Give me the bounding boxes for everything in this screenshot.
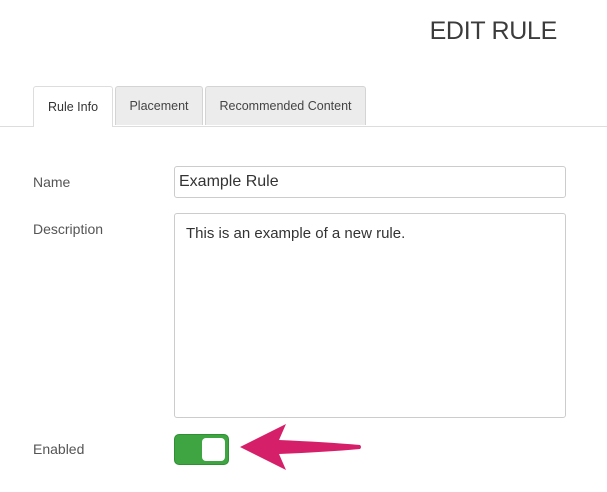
tab-bar: Rule Info Placement Recommended Content <box>0 86 607 127</box>
page-title: EDIT RULE <box>429 17 558 45</box>
tab-rule-info[interactable]: Rule Info <box>33 86 113 127</box>
name-input[interactable] <box>174 166 566 198</box>
annotation-arrow-icon <box>240 424 361 470</box>
toggle-knob[interactable] <box>202 438 225 461</box>
enabled-toggle[interactable] <box>174 434 229 465</box>
description-textarea[interactable]: This is an example of a new rule. <box>174 213 566 418</box>
tab-placement[interactable]: Placement <box>115 86 203 125</box>
description-label: Description <box>33 221 104 237</box>
name-label: Name <box>33 174 71 190</box>
tab-recommended-content[interactable]: Recommended Content <box>205 86 366 125</box>
enabled-label: Enabled <box>33 441 85 457</box>
